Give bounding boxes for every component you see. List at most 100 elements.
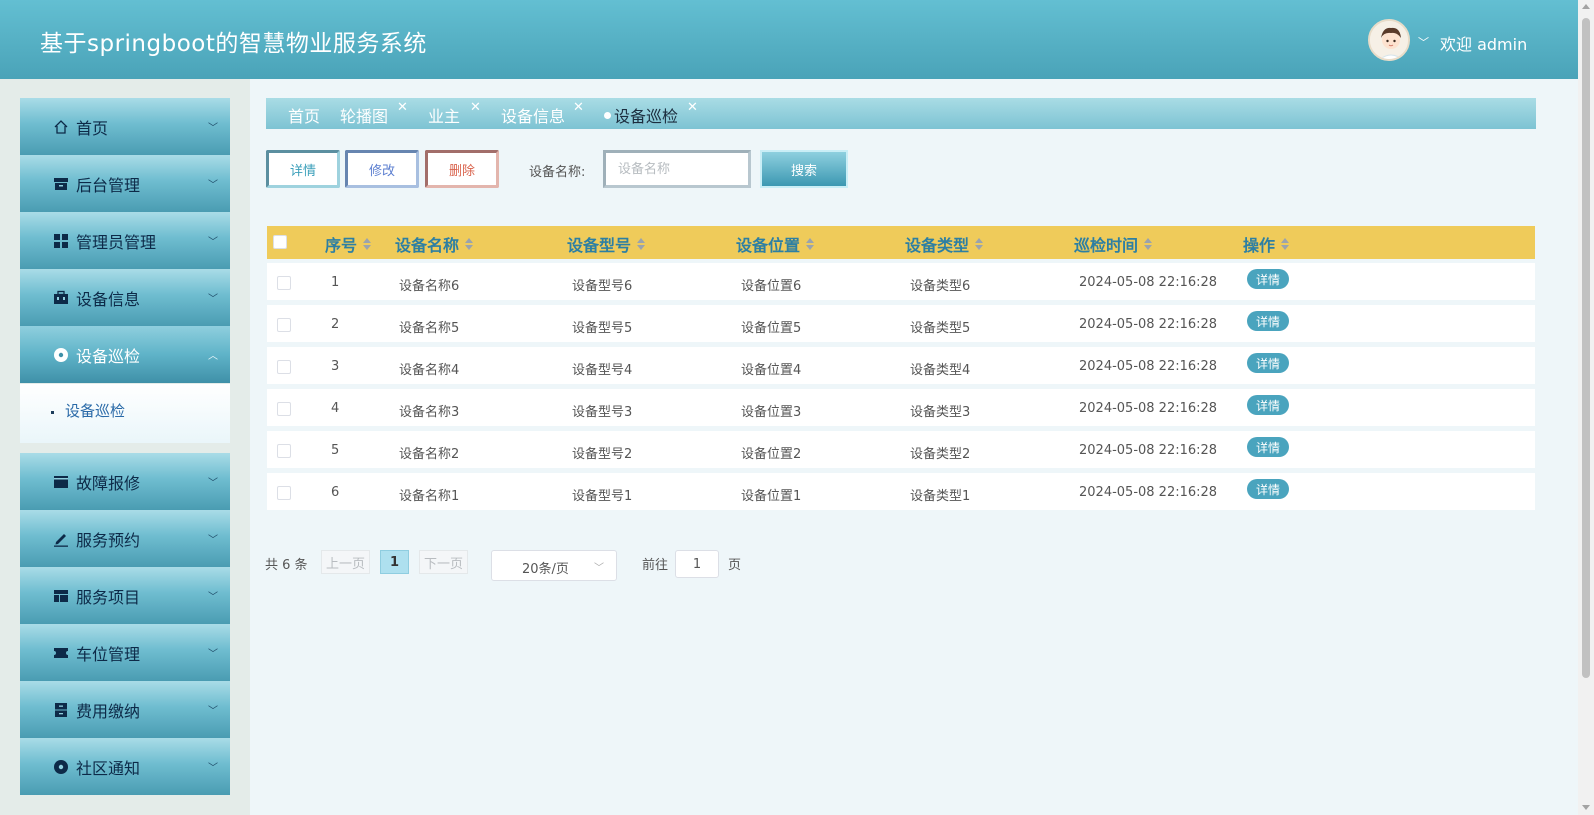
page-number-button[interactable]: 1 xyxy=(380,550,409,574)
table-row[interactable]: 3 设备名称4 设备型号4 设备位置4 设备类型4 2024-05-08 22:… xyxy=(267,347,1535,384)
cell-type: 设备类型4 xyxy=(910,363,971,378)
row-detail-button[interactable]: 详情 xyxy=(1247,311,1289,331)
next-page-button[interactable]: 下一页 xyxy=(419,550,468,574)
chevron-down-icon: ﹀ xyxy=(208,706,218,717)
cell-model: 设备型号3 xyxy=(572,405,633,420)
scroll-down-icon[interactable] xyxy=(1582,805,1590,810)
column-header-time[interactable]: 巡检时间 xyxy=(1074,232,1153,256)
column-header-type[interactable]: 设备类型 xyxy=(905,232,984,256)
sidebar-item-home[interactable]: 首页 ﹀ xyxy=(20,98,230,155)
close-icon[interactable]: ✕ xyxy=(470,100,481,115)
pen-icon xyxy=(52,530,70,548)
table-row[interactable]: 1 设备名称6 设备型号6 设备位置6 设备类型6 2024-05-08 22:… xyxy=(267,263,1535,300)
tab-device-info[interactable]: 设备信息 xyxy=(501,103,565,127)
goto-suffix: 页 xyxy=(728,558,742,573)
sidebar-item-fee-payment[interactable]: 费用缴纳 ﹀ xyxy=(20,681,230,738)
sort-icon xyxy=(465,237,474,251)
table-row[interactable]: 6 设备名称1 设备型号1 设备位置1 设备类型1 2024-05-08 22:… xyxy=(267,473,1535,510)
edit-button[interactable]: 修改 xyxy=(345,150,419,188)
page-size-select[interactable]: 20条/页 ﹀ xyxy=(491,550,617,581)
scroll-up-icon[interactable] xyxy=(1582,4,1590,9)
row-checkbox[interactable] xyxy=(277,318,291,332)
page-scrollbar[interactable] xyxy=(1578,0,1594,815)
archive-icon xyxy=(52,175,70,193)
row-detail-button[interactable]: 详情 xyxy=(1247,437,1289,457)
cell-type: 设备类型5 xyxy=(910,321,971,336)
sidebar-item-fault-repair[interactable]: 故障报修 ﹀ xyxy=(20,453,230,510)
top-header: 基于springboot的智慧物业服务系统 ﹀ 欢迎 admin xyxy=(0,0,1578,79)
close-icon[interactable]: ✕ xyxy=(573,100,584,115)
column-header-location[interactable]: 设备位置 xyxy=(736,232,815,256)
sidebar-item-parking[interactable]: 车位管理 ﹀ xyxy=(20,624,230,681)
sidebar-item-label: 车位管理 xyxy=(76,644,141,664)
close-icon[interactable]: ✕ xyxy=(397,100,408,115)
card-icon xyxy=(52,473,70,491)
cell-time: 2024-05-08 22:16:28 xyxy=(1079,275,1218,290)
prev-page-button[interactable]: 上一页 xyxy=(321,550,370,574)
sidebar-item-device-info[interactable]: 设备信息 ﹀ xyxy=(20,269,230,326)
sidebar-item-community-notice[interactable]: 社区通知 ﹀ xyxy=(20,738,230,795)
pagination-total: 共 6 条 xyxy=(265,558,308,573)
cell-location: 设备位置3 xyxy=(741,405,802,420)
cell-type: 设备类型2 xyxy=(910,447,971,462)
cell-location: 设备位置5 xyxy=(741,321,802,336)
sidebar-item-label: 费用缴纳 xyxy=(76,701,141,721)
row-checkbox[interactable] xyxy=(277,402,291,416)
submenu-item-label[interactable]: 设备巡检 xyxy=(65,400,125,421)
sidebar-item-label: 管理员管理 xyxy=(76,232,157,252)
row-checkbox[interactable] xyxy=(277,360,291,374)
cell-location: 设备位置4 xyxy=(741,363,802,378)
delete-button[interactable]: 删除 xyxy=(425,150,499,188)
table-row[interactable]: 5 设备名称2 设备型号2 设备位置2 设备类型2 2024-05-08 22:… xyxy=(267,431,1535,468)
row-detail-button[interactable]: 详情 xyxy=(1247,353,1289,373)
tab-device-inspection[interactable]: 设备巡检 xyxy=(614,103,678,127)
cell-model: 设备型号6 xyxy=(572,279,633,294)
user-dropdown-chevron-icon[interactable]: ﹀ xyxy=(1418,34,1429,50)
device-name-search-input[interactable] xyxy=(603,150,751,188)
user-avatar[interactable] xyxy=(1368,19,1410,61)
table-row[interactable]: 4 设备名称3 设备型号3 设备位置3 设备类型3 2024-05-08 22:… xyxy=(267,389,1535,426)
cell-time: 2024-05-08 22:16:28 xyxy=(1079,443,1218,458)
cell-no: 6 xyxy=(331,485,340,500)
home-icon xyxy=(52,118,70,136)
cell-no: 2 xyxy=(331,317,340,332)
search-button[interactable]: 搜索 xyxy=(760,150,848,188)
tab-carousel[interactable]: 轮播图 xyxy=(340,103,388,127)
search-label: 设备名称: xyxy=(529,165,586,180)
select-all-checkbox[interactable] xyxy=(273,235,287,249)
table-row[interactable]: 2 设备名称5 设备型号5 设备位置5 设备类型5 2024-05-08 22:… xyxy=(267,305,1535,342)
scroll-thumb[interactable] xyxy=(1582,18,1590,678)
column-header-model[interactable]: 设备型号 xyxy=(567,232,646,256)
close-icon[interactable]: ✕ xyxy=(687,100,698,115)
cell-location: 设备位置6 xyxy=(741,279,802,294)
column-header-name[interactable]: 设备名称 xyxy=(395,232,474,256)
sort-icon xyxy=(1144,237,1153,251)
sort-icon xyxy=(637,237,646,251)
chevron-down-icon: ﹀ xyxy=(208,763,218,774)
column-header-action[interactable]: 操作 xyxy=(1243,232,1290,256)
grid-icon xyxy=(52,232,70,250)
row-checkbox[interactable] xyxy=(277,486,291,500)
column-header-no[interactable]: 序号 xyxy=(325,232,372,256)
tab-owner[interactable]: 业主 xyxy=(428,103,460,127)
sidebar-item-service-booking[interactable]: 服务预约 ﹀ xyxy=(20,510,230,567)
sidebar-item-service-items[interactable]: 服务项目 ﹀ xyxy=(20,567,230,624)
row-checkbox[interactable] xyxy=(277,276,291,290)
row-detail-button[interactable]: 详情 xyxy=(1247,395,1289,415)
row-detail-button[interactable]: 详情 xyxy=(1247,269,1289,289)
sidebar-item-admin-manage[interactable]: 管理员管理 ﹀ xyxy=(20,212,230,269)
sidebar-item-admin-backend[interactable]: 后台管理 ﹀ xyxy=(20,155,230,212)
cell-name: 设备名称5 xyxy=(399,321,460,336)
sidebar-item-device-inspection[interactable]: 设备巡检 ︿ xyxy=(20,326,230,383)
active-dot-icon xyxy=(604,112,611,119)
layout-icon xyxy=(52,587,70,605)
cell-no: 5 xyxy=(331,443,340,458)
row-detail-button[interactable]: 详情 xyxy=(1247,479,1289,499)
tab-home[interactable]: 首页 xyxy=(288,103,320,127)
goto-page-input[interactable] xyxy=(675,550,719,578)
sidebar-submenu-device-inspection[interactable]: 设备巡检 xyxy=(20,384,230,443)
chevron-down-icon: ﹀ xyxy=(594,563,604,574)
detail-button[interactable]: 详情 xyxy=(266,150,340,188)
welcome-text[interactable]: 欢迎 admin xyxy=(1440,31,1527,55)
row-checkbox[interactable] xyxy=(277,444,291,458)
